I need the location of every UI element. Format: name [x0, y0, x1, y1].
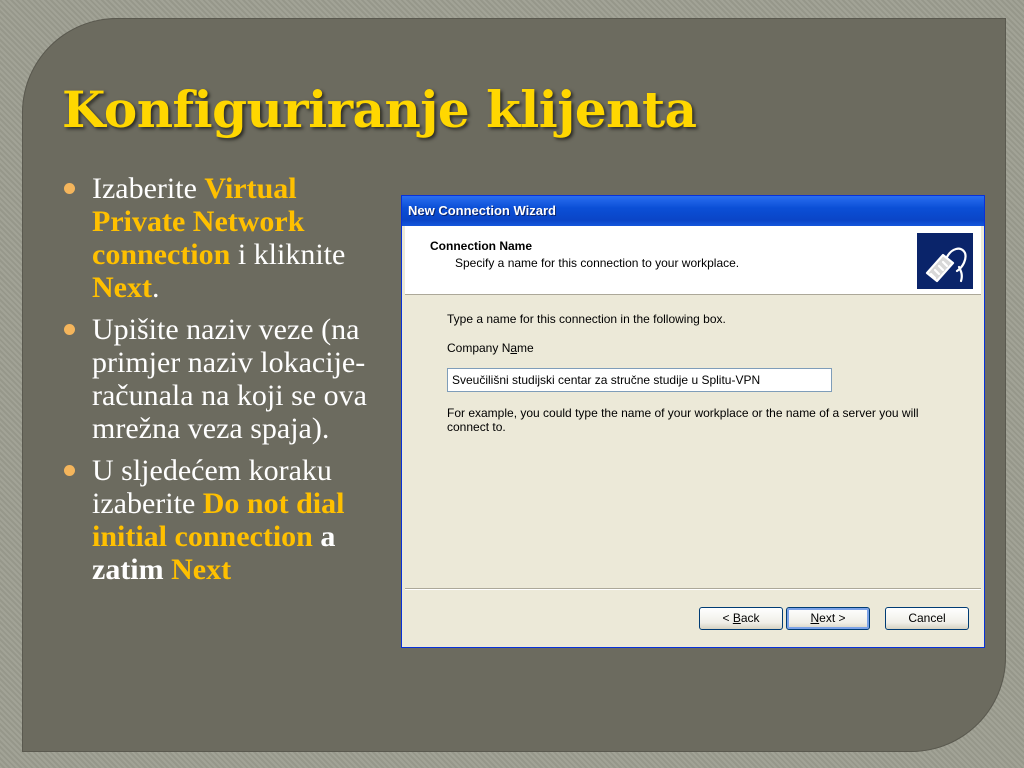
bullet-item: Upišite naziv veze (na primjer naziv lok…	[62, 313, 392, 445]
wizard-header-subtitle: Specify a name for this connection to yo…	[455, 256, 740, 270]
bullet-text: i kliknite	[230, 238, 346, 271]
wizard-body: Type a name for this connection in the f…	[405, 295, 981, 587]
bullet-text: Upišite naziv veze (na primjer naziv lok…	[92, 313, 367, 445]
back-button[interactable]: < Back	[699, 607, 783, 630]
network-connection-icon	[917, 233, 973, 289]
bullet-text: .	[151, 271, 160, 304]
bullet-list: Izaberite Virtual Private Network connec…	[62, 172, 392, 595]
dialog-titlebar[interactable]: New Connection Wizard	[402, 196, 984, 226]
button-accesskey: N	[810, 611, 820, 625]
wizard-header: Connection Name Specify a name for this …	[405, 226, 981, 295]
company-name-label: Company Name	[447, 341, 534, 355]
button-accesskey: B	[732, 611, 741, 625]
bullet-highlight: Next	[92, 271, 152, 304]
bullet-text: Izaberite	[92, 172, 205, 205]
button-separator	[405, 588, 981, 590]
example-hint-text: For example, you could type the name of …	[447, 406, 919, 434]
cancel-button[interactable]: Cancel	[885, 607, 969, 630]
company-name-input[interactable]	[447, 368, 832, 392]
dialog-client: Connection Name Specify a name for this …	[405, 226, 981, 644]
button-text: <	[722, 611, 733, 625]
slide-title: Konfiguriranje klijenta	[62, 80, 697, 139]
instruction-text: Type a name for this connection in the f…	[447, 312, 726, 326]
bullet-item: Izaberite Virtual Private Network connec…	[62, 172, 392, 304]
wizard-header-title: Connection Name	[430, 239, 533, 253]
bullet-item: U sljedećem koraku izaberite Do not dial…	[62, 454, 392, 586]
bullet-highlight: Next	[171, 553, 232, 586]
dialog-title: New Connection Wizard	[408, 203, 556, 218]
next-button[interactable]: Next >	[786, 607, 870, 630]
button-text: ext >	[819, 611, 846, 625]
label-text: me	[517, 341, 534, 355]
label-text: Company N	[447, 341, 511, 355]
button-text: ack	[740, 611, 760, 625]
new-connection-wizard-dialog: New Connection Wizard Connection Name Sp…	[401, 195, 985, 648]
